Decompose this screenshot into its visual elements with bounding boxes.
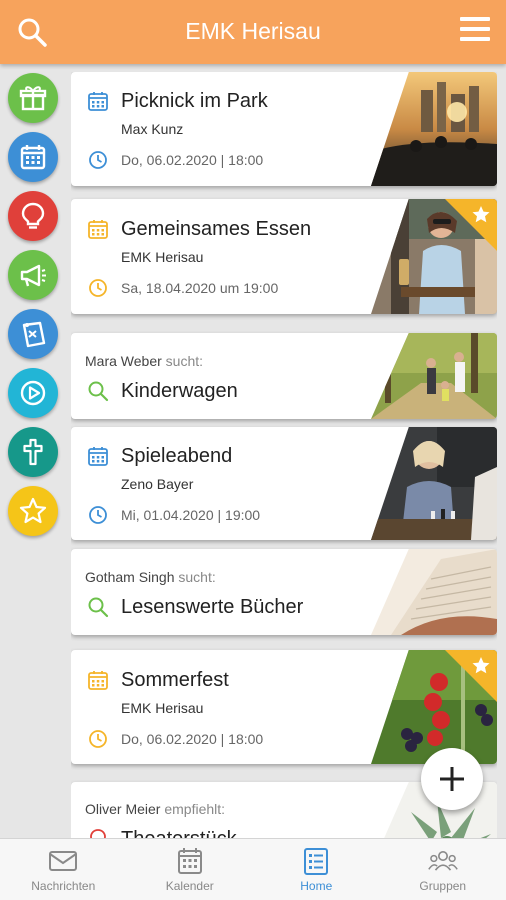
envelope-icon [49,851,78,871]
event-card[interactable]: Spieleabend Zeno Bayer Mi, 01.04.2020 | … [71,427,497,540]
event-title: Picknick im Park [121,90,268,112]
seek-verb: sucht: [165,353,204,369]
cross-icon [23,438,43,466]
nav-home[interactable]: Home [253,839,380,900]
event-photo [371,72,497,186]
seek-title: Lesenswerte Bücher [121,596,304,618]
search-photo [371,549,497,635]
calendar-icon [20,145,46,170]
bottom-navigation: Nachrichten Kalender Home Gruppen [0,838,506,900]
home-list-icon [304,848,329,875]
search-icon [88,597,109,618]
event-date: Mi, 01.04.2020 | 19:00 [121,507,261,523]
event-author: Max Kunz [121,121,184,137]
calendar-icon [88,671,108,690]
gift-icon [19,86,47,111]
seek-meta: Gotham Singh sucht: [85,569,216,585]
seek-user: Gotham Singh [85,569,175,585]
event-title: Spieleabend [121,445,233,467]
event-title: Sommerfest [121,669,229,691]
seek-verb: sucht: [178,569,216,585]
lightbulb-icon [21,202,45,229]
hamburger-menu-icon[interactable] [458,14,492,44]
search-photo [371,333,497,419]
search-icon [88,381,109,402]
lightbulb-icon [90,829,106,838]
seek-user: Mara Weber [85,353,162,369]
nav-messages[interactable]: Nachrichten [0,839,127,900]
seek-meta: Mara Weber sucht: [85,353,203,369]
category-gift-button[interactable] [8,73,58,123]
category-idea-button[interactable] [8,191,58,241]
event-author: EMK Herisau [121,700,204,716]
event-photo [371,427,497,540]
event-date: Do, 06.02.2020 | 18:00 [121,731,264,747]
recommend-user: Oliver Meier [85,801,161,817]
event-author: EMK Herisau [121,249,204,265]
clock-icon [89,151,107,169]
nav-label: Kalender [165,879,214,893]
calendar-icon [88,447,108,466]
plus-icon [440,767,464,791]
featured-star-icon [445,199,497,251]
star-icon [19,497,47,524]
event-card[interactable]: Picknick im Park Max Kunz Do, 06.02.2020… [71,72,497,186]
megaphone-icon [20,264,46,287]
category-note-button[interactable] [8,309,58,359]
event-date: Do, 06.02.2020 | 18:00 [121,152,264,168]
calendar-icon [177,848,202,874]
calendar-icon [88,92,108,111]
add-button[interactable] [421,748,483,810]
recommend-title: Theaterstück [121,828,237,838]
category-faith-button[interactable] [8,427,58,477]
play-icon [20,380,46,406]
seek-title: Kinderwagen [121,380,238,402]
search-card[interactable]: Gotham Singh sucht: Lesenswerte Bücher [71,549,497,635]
category-media-button[interactable] [8,368,58,418]
nav-label: Nachrichten [31,879,96,893]
event-date: Sa, 18.04.2020 um 19:00 [121,280,279,296]
app-header: EMK Herisau [0,0,506,64]
recommend-verb: empfiehlt: [164,801,226,817]
featured-star-icon [445,650,497,702]
clock-icon [89,730,107,748]
event-card[interactable]: Sommerfest EMK Herisau Do, 06.02.2020 | … [71,650,497,764]
nav-calendar[interactable]: Kalender [127,839,254,900]
app-title: EMK Herisau [185,18,321,44]
note-icon [22,321,46,348]
category-announcement-button[interactable] [8,250,58,300]
people-icon [427,851,458,871]
feed-list: Picknick im Park Max Kunz Do, 06.02.2020… [71,72,497,838]
recommend-meta: Oliver Meier empfiehlt: [85,801,225,817]
category-favorites-button[interactable] [8,486,58,536]
clock-icon [89,279,107,297]
nav-label: Gruppen [419,879,467,893]
category-calendar-button[interactable] [8,132,58,182]
category-sidebar [8,73,60,545]
event-title: Gemeinsames Essen [121,218,312,240]
search-card[interactable]: Mara Weber sucht: Kinderwagen [71,333,497,419]
clock-icon [89,506,107,524]
event-card[interactable]: Gemeinsames Essen EMK Herisau Sa, 18.04.… [71,199,497,314]
nav-label: Home [300,879,333,893]
nav-groups[interactable]: Gruppen [380,839,506,900]
event-author: Zeno Bayer [121,476,194,492]
calendar-icon [88,220,108,239]
